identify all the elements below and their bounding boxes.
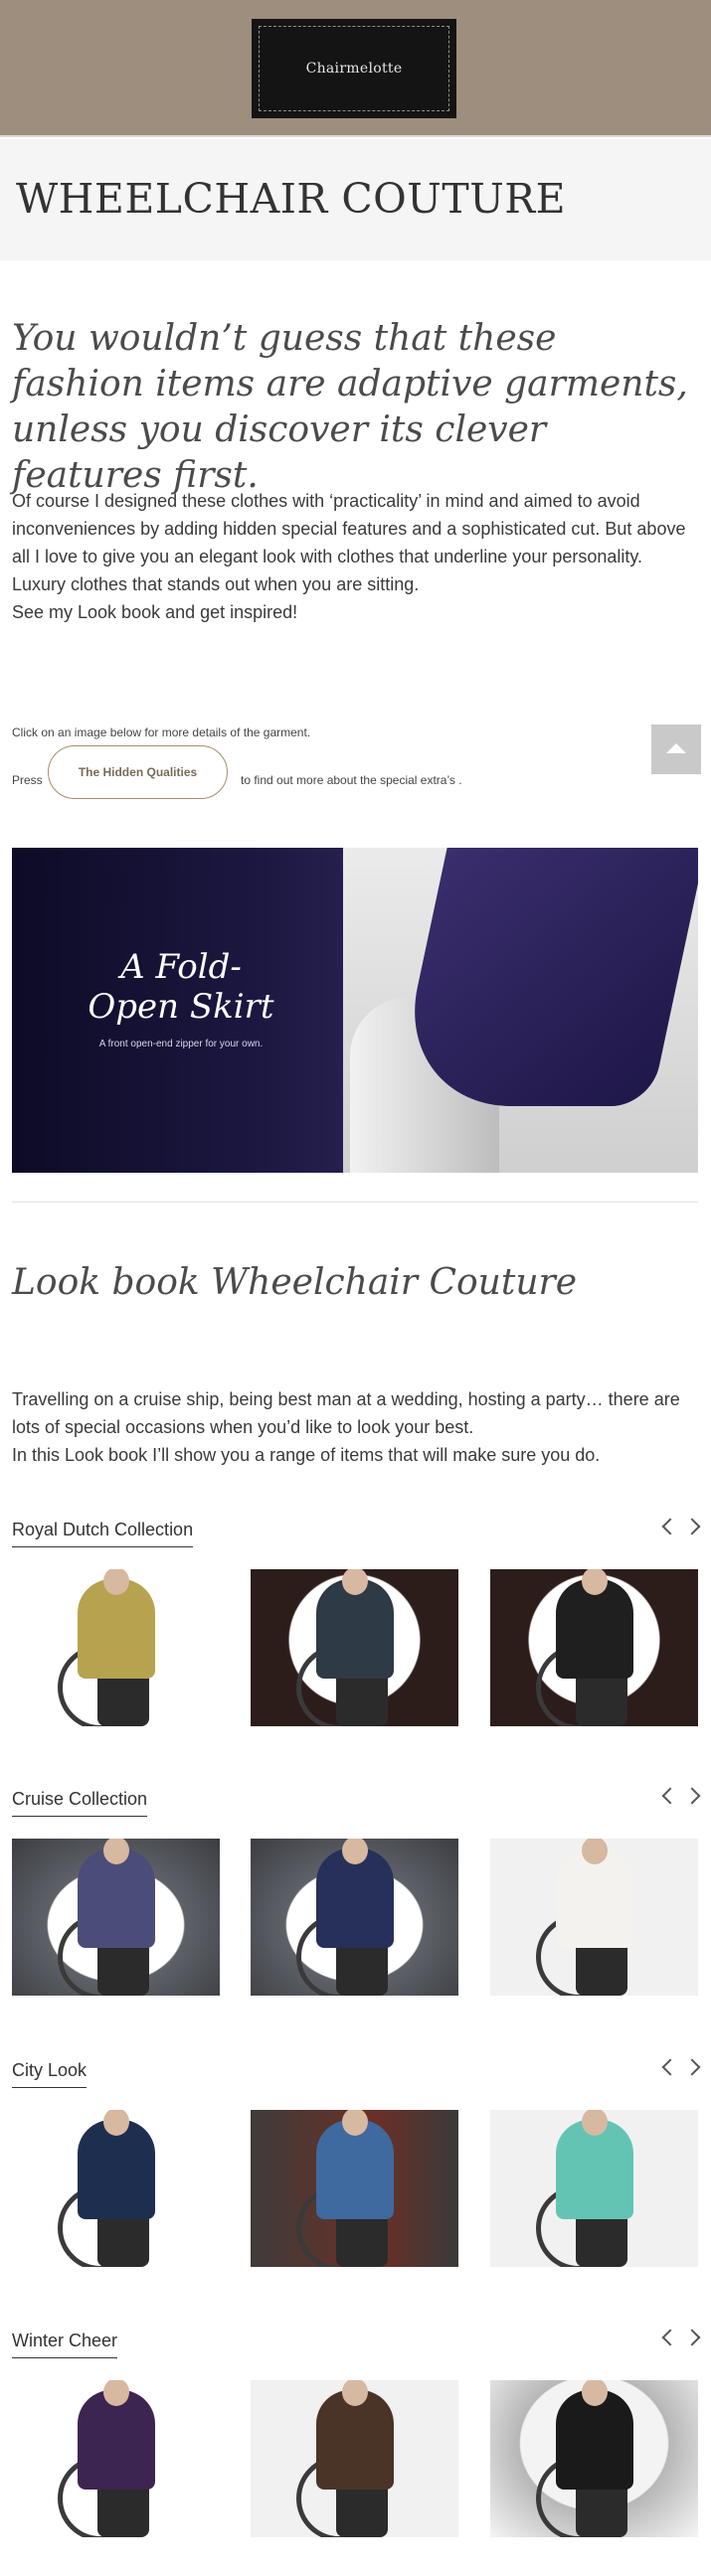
lookbook-title: Look book Wheelchair Couture	[12, 1262, 578, 1303]
brand-logo[interactable]: Chairmelotte	[252, 19, 456, 118]
collection-title[interactable]: Royal Dutch Collection	[12, 1520, 194, 1547]
section-divider	[12, 1202, 698, 1203]
lookbook-paragraph-2: In this Look book I’ll show you a range …	[12, 1445, 601, 1465]
page-title: WHEELCHAIR COUTURE	[16, 175, 567, 223]
collection-carousel	[12, 1839, 698, 1996]
click-image-note: Click on an image below for more details…	[12, 725, 311, 739]
collection-city-look: City Look	[12, 2058, 701, 2269]
banner-subtitle: A front open-end zipper for your own.	[98, 1039, 264, 1049]
intro-paragraph-3: See my Look book and get inspired!	[12, 602, 298, 622]
garment-image[interactable]	[251, 1569, 458, 1726]
garment-image[interactable]	[490, 1569, 698, 1726]
garment-image[interactable]	[251, 2380, 458, 2537]
banner-skirt-image	[392, 848, 698, 1106]
tagline-heading: You wouldn’t guess that these fashion it…	[12, 318, 688, 496]
hidden-qualities-button[interactable]: The Hidden Qualities	[48, 745, 228, 799]
chevron-right-icon[interactable]	[683, 1787, 701, 1805]
chevron-left-icon[interactable]	[661, 2329, 679, 2346]
chevron-left-icon[interactable]	[661, 1787, 679, 1805]
carousel-arrows	[654, 1518, 701, 1543]
intro-paragraph-1: Of course I designed these clothes with …	[12, 491, 686, 566]
banner-title: A Fold- Open Skirt	[72, 947, 290, 1027]
collection-royal-dutch: Royal Dutch Collection	[12, 1518, 701, 1728]
collection-title[interactable]: Winter Cheer	[12, 2331, 118, 2358]
banner-title-line-1: A Fold-	[120, 947, 242, 987]
lookbook-paragraph-1: Travelling on a cruise ship, being best …	[12, 1389, 680, 1437]
banner-title-line-2: Open Skirt	[88, 987, 274, 1027]
logo-text: Chairmelotte	[305, 61, 403, 77]
garment-image[interactable]	[251, 2110, 458, 2267]
garment-image[interactable]	[12, 1839, 220, 1996]
press-suffix-text: to find out more about the special extra…	[241, 773, 462, 787]
chevron-right-icon[interactable]	[683, 1518, 701, 1535]
collection-title[interactable]: City Look	[12, 2060, 88, 2088]
garment-image[interactable]	[12, 1569, 220, 1726]
collection-title[interactable]: Cruise Collection	[12, 1789, 148, 1817]
intro-text: Of course I designed these clothes with …	[12, 487, 698, 626]
carousel-arrows	[654, 2329, 701, 2354]
chevron-right-icon[interactable]	[683, 2058, 701, 2076]
garment-image[interactable]	[12, 2110, 220, 2267]
garment-image[interactable]	[490, 2110, 698, 2267]
intro-paragraph-2: Luxury clothes that stands out when you …	[12, 574, 420, 594]
carousel-arrows	[654, 1787, 701, 1813]
chevron-left-icon[interactable]	[661, 1518, 679, 1535]
carousel-arrows	[654, 2058, 701, 2084]
collection-cruise: Cruise Collection	[12, 1787, 701, 1998]
garment-image[interactable]	[490, 2380, 698, 2537]
scroll-to-top-button[interactable]	[651, 724, 701, 774]
fold-open-skirt-banner[interactable]: A Fold- Open Skirt A front open-end zipp…	[12, 848, 698, 1173]
chevron-left-icon[interactable]	[661, 2058, 679, 2076]
site-header: Chairmelotte	[0, 0, 711, 137]
press-label: Press	[12, 773, 43, 787]
collection-carousel	[12, 2110, 698, 2267]
chevron-right-icon[interactable]	[683, 2329, 701, 2346]
page-title-band: WHEELCHAIR COUTURE	[0, 139, 711, 260]
garment-image[interactable]	[251, 1839, 458, 1996]
garment-image[interactable]	[490, 1839, 698, 1996]
lookbook-intro: Travelling on a cruise ship, being best …	[12, 1385, 698, 1469]
garment-image[interactable]	[12, 2380, 220, 2537]
collection-carousel	[12, 2380, 698, 2537]
collection-carousel	[12, 1569, 698, 1726]
collection-winter-cheer: Winter Cheer	[12, 2329, 701, 2539]
